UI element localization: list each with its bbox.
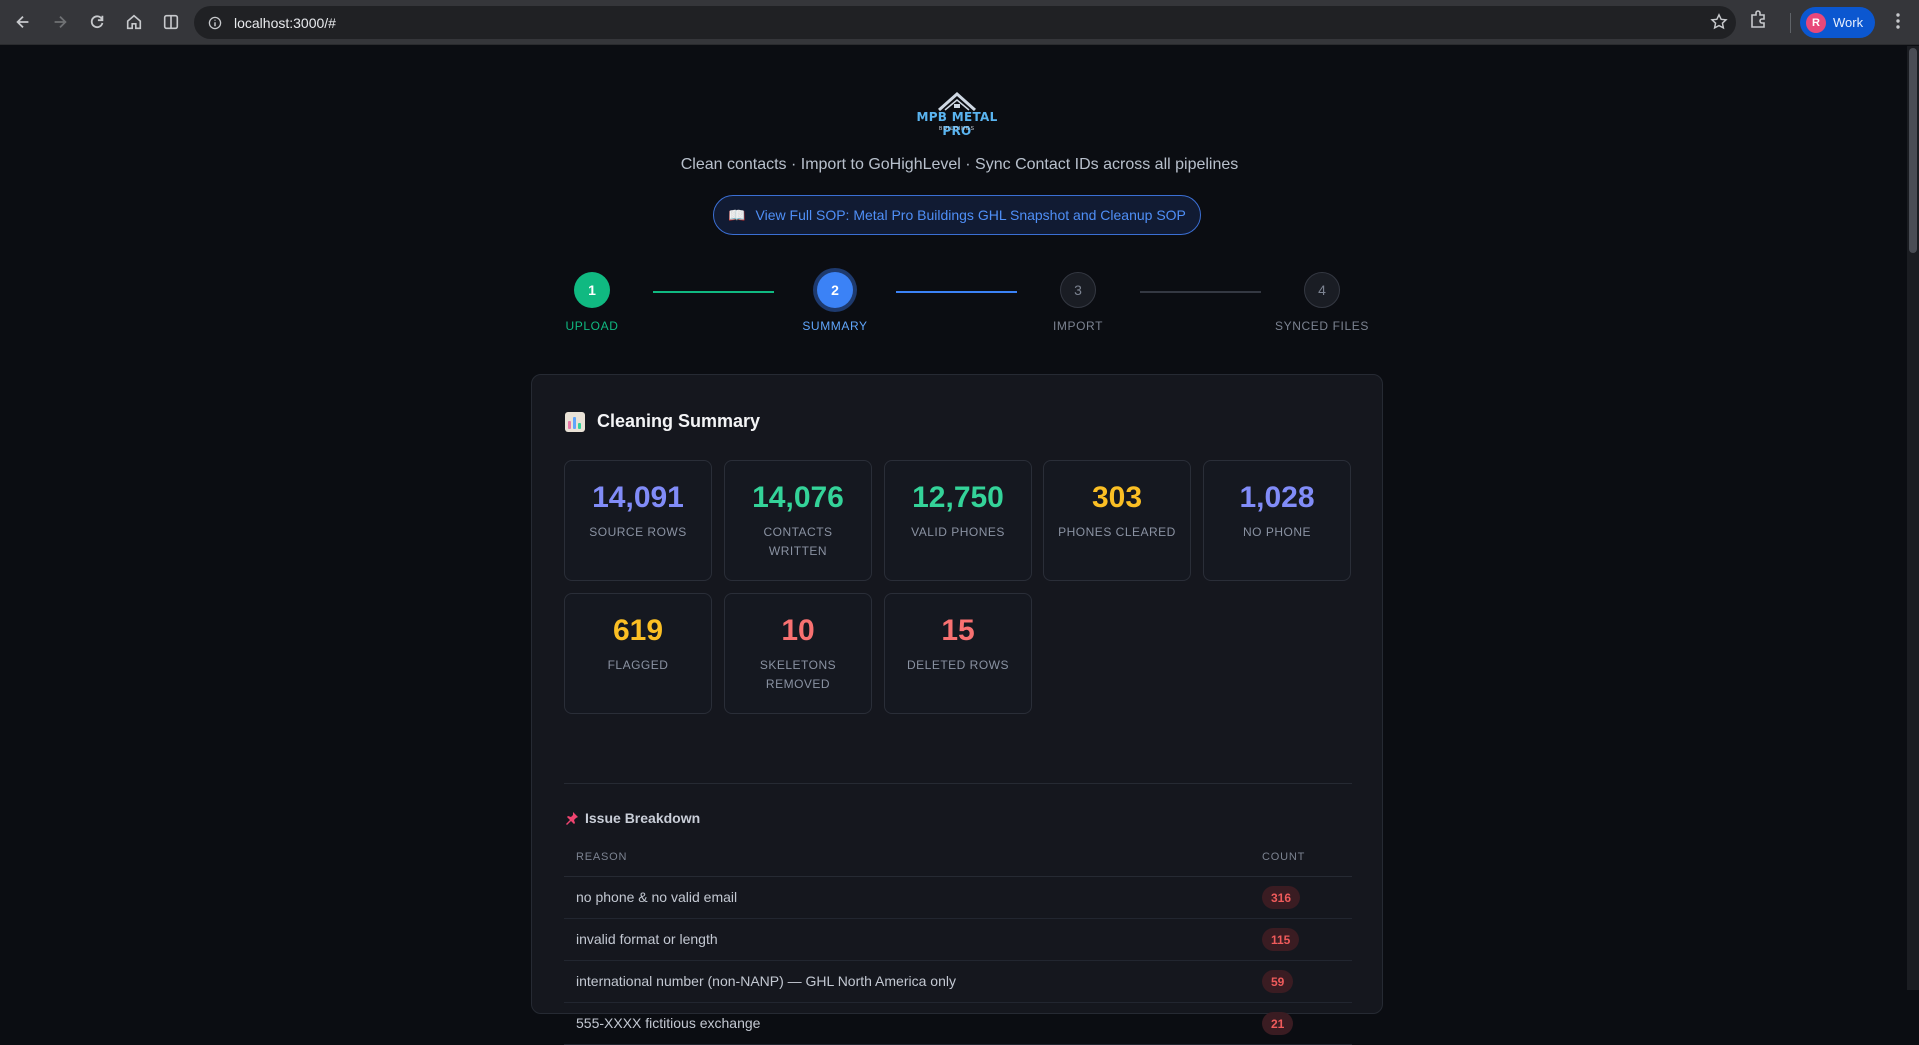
scrollbar-thumb[interactable] — [1909, 48, 1917, 253]
count-badge: 316 — [1262, 886, 1301, 909]
forward-arrow-icon[interactable] — [42, 4, 78, 40]
column-header-count: COUNT — [1262, 851, 1306, 863]
card-title: Cleaning Summary — [565, 411, 760, 432]
stat-skeletons-removed: 10 SKELETONS REMOVED — [724, 593, 872, 714]
step-label: SUMMARY — [802, 319, 868, 333]
stat-valid-phones: 12,750 VALID PHONES — [884, 460, 1032, 581]
stat-value: 303 — [1091, 481, 1143, 514]
stat-source-rows: 14,091 SOURCE ROWS — [564, 460, 712, 581]
step-summary[interactable]: 2 SUMMARY — [765, 272, 905, 333]
stat-contacts-written: 14,076 CONTACTS WRITTEN — [724, 460, 872, 581]
issue-reason: no phone & no valid email — [576, 889, 738, 905]
stat-value: 1,028 — [1239, 481, 1315, 514]
stat-label: SOURCE ROWS — [589, 525, 687, 539]
stat-label: SKELETONS REMOVED — [759, 658, 837, 691]
view-sop-label: View Full SOP: Metal Pro Buildings GHL S… — [755, 207, 1186, 223]
issue-reason: 555-XXXX fictitious exchange — [576, 1015, 761, 1031]
profile-button[interactable]: R Work — [1800, 7, 1876, 38]
logo-subtext: BUILDINGS — [939, 126, 975, 132]
stat-deleted-rows: 15 DELETED ROWS — [884, 593, 1032, 714]
profile-name: Work — [1833, 15, 1864, 30]
table-row: 555-XXXX fictitious exchange 21 — [564, 1003, 1352, 1045]
count-badge: 115 — [1262, 928, 1300, 951]
issue-reason: international number (non-NANP) — GHL No… — [576, 973, 956, 989]
url-text[interactable]: localhost:3000/# — [234, 15, 336, 31]
step-connector-1 — [653, 291, 774, 293]
stat-phones-cleared: 303 PHONES CLEARED — [1043, 460, 1191, 581]
step-import[interactable]: 3 IMPORT — [1008, 272, 1148, 333]
stat-value: 14,091 — [592, 481, 684, 514]
cleaning-summary-card: Cleaning Summary 14,091 SOURCE ROWS 14,0… — [531, 374, 1383, 1045]
book-icon: 📖 — [728, 206, 746, 223]
stat-value: 15 — [941, 614, 975, 647]
more-menu-icon[interactable] — [1888, 11, 1908, 36]
bookmark-star-icon[interactable] — [1710, 13, 1728, 36]
step-number: 3 — [1060, 272, 1096, 308]
step-number: 4 — [1304, 272, 1340, 308]
issue-reason: invalid format or length — [576, 931, 718, 947]
step-upload[interactable]: 1 UPLOAD — [522, 272, 662, 333]
step-number: 1 — [574, 272, 610, 308]
company-logo: MPB METAL PRO BUILDINGS — [912, 88, 1002, 138]
table-row: international number (non-NANP) — GHL No… — [564, 961, 1352, 1003]
table-row: invalid format or length 115 — [564, 919, 1352, 961]
toolbar-divider — [1790, 13, 1791, 33]
issue-breakdown-heading: Issue Breakdown — [565, 810, 700, 826]
step-label: UPLOAD — [565, 319, 619, 333]
section-divider — [564, 783, 1352, 784]
stat-label: DELETED ROWS — [906, 658, 1009, 672]
page-content: MPB METAL PRO BUILDINGS Clean contacts ·… — [0, 46, 1919, 1045]
logo-text: MPB METAL PRO — [916, 110, 998, 138]
step-number: 2 — [817, 272, 853, 308]
browser-toolbar: localhost:3000/# R Work — [0, 0, 1919, 45]
view-sop-button[interactable]: 📖 View Full SOP: Metal Pro Buildings GHL… — [713, 195, 1201, 235]
column-header-reason: REASON — [576, 851, 628, 863]
step-label: SYNCED FILES — [1275, 319, 1369, 333]
back-arrow-icon[interactable] — [5, 4, 41, 40]
step-connector-2 — [896, 291, 1017, 293]
page-scrollbar[interactable] — [1907, 46, 1919, 990]
step-synced-files[interactable]: 4 SYNCED FILES — [1252, 272, 1392, 333]
card-title-text: Cleaning Summary — [597, 411, 761, 431]
address-bar[interactable]: localhost:3000/# — [194, 6, 1736, 39]
stat-label: CONTACTS WRITTEN — [763, 525, 833, 558]
extensions-puzzle-icon[interactable] — [1748, 9, 1768, 34]
stat-value: 12,750 — [912, 481, 1004, 514]
step-connector-3 — [1140, 291, 1261, 293]
stat-label: NO PHONE — [1242, 525, 1311, 539]
avatar: R — [1806, 12, 1826, 33]
stat-flagged: 619 FLAGGED — [564, 593, 712, 714]
issue-table-header: REASON COUNT — [564, 837, 1352, 877]
page-tagline: Clean contacts · Import to GoHighLevel ·… — [680, 156, 1239, 173]
stat-value: 619 — [612, 614, 664, 647]
stat-label: VALID PHONES — [911, 525, 1005, 539]
split-view-icon[interactable] — [153, 4, 189, 40]
step-label: IMPORT — [1052, 319, 1104, 333]
stat-label: FLAGGED — [607, 658, 669, 672]
stat-value: 10 — [781, 614, 815, 647]
reload-icon[interactable] — [79, 4, 115, 40]
table-row: no phone & no valid email 316 — [564, 877, 1352, 919]
count-badge: 21 — [1262, 1012, 1294, 1035]
bar-chart-icon — [565, 411, 585, 432]
stat-label: PHONES CLEARED — [1058, 525, 1176, 539]
stat-value: 14,076 — [752, 481, 844, 514]
pushpin-icon — [566, 812, 578, 825]
issue-breakdown-title: Issue Breakdown — [585, 810, 701, 826]
stat-no-phone: 1,028 NO PHONE — [1203, 460, 1351, 581]
home-icon[interactable] — [116, 4, 152, 40]
site-info-icon[interactable] — [200, 8, 230, 38]
